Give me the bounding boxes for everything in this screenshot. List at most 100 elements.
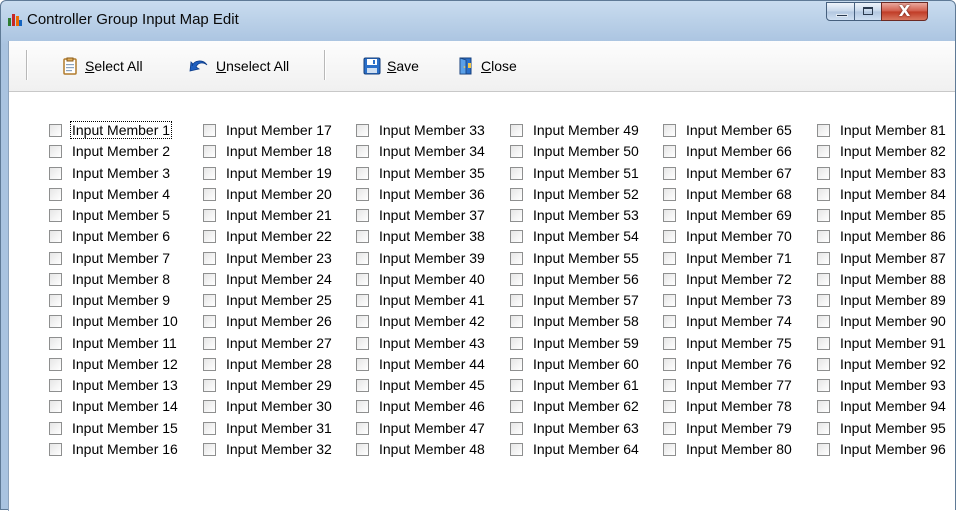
member-checkbox-row[interactable]: Input Member 47: [356, 418, 486, 438]
member-checkbox-label[interactable]: Input Member 2: [71, 143, 171, 159]
member-checkbox-label[interactable]: Input Member 91: [839, 335, 947, 351]
member-checkbox-label[interactable]: Input Member 78: [685, 398, 793, 414]
member-checkbox[interactable]: [49, 293, 62, 307]
member-checkbox-row[interactable]: Input Member 77: [663, 375, 793, 395]
member-checkbox[interactable]: [663, 229, 676, 243]
member-checkbox[interactable]: [817, 187, 830, 201]
member-checkbox[interactable]: [817, 229, 830, 243]
member-checkbox-label[interactable]: Input Member 49: [532, 122, 640, 138]
member-checkbox-label[interactable]: Input Member 87: [839, 250, 947, 266]
member-checkbox-row[interactable]: Input Member 7: [49, 248, 171, 268]
member-checkbox[interactable]: [203, 208, 216, 222]
member-checkbox[interactable]: [203, 293, 216, 307]
title-bar[interactable]: Controller Group Input Map Edit X: [1, 1, 955, 41]
member-checkbox-row[interactable]: Input Member 78: [663, 396, 793, 416]
save-button[interactable]: Save: [363, 56, 419, 76]
member-checkbox-row[interactable]: Input Member 34: [356, 141, 486, 161]
member-checkbox-label[interactable]: Input Member 85: [839, 207, 947, 223]
member-checkbox[interactable]: [510, 123, 523, 137]
member-checkbox-row[interactable]: Input Member 60: [510, 354, 640, 374]
member-checkbox-label[interactable]: Input Member 36: [378, 186, 486, 202]
member-checkbox-row[interactable]: Input Member 55: [510, 248, 640, 268]
member-checkbox-row[interactable]: Input Member 29: [203, 375, 333, 395]
member-checkbox[interactable]: [510, 293, 523, 307]
member-checkbox[interactable]: [510, 336, 523, 350]
member-checkbox-label[interactable]: Input Member 1: [69, 121, 173, 139]
member-checkbox-label[interactable]: Input Member 32: [225, 441, 333, 457]
member-checkbox[interactable]: [356, 336, 369, 350]
member-checkbox-label[interactable]: Input Member 84: [839, 186, 947, 202]
member-checkbox-row[interactable]: Input Member 18: [203, 141, 333, 161]
member-checkbox-label[interactable]: Input Member 13: [71, 377, 179, 393]
member-checkbox-row[interactable]: Input Member 19: [203, 163, 333, 183]
member-checkbox[interactable]: [356, 187, 369, 201]
member-checkbox-row[interactable]: Input Member 38: [356, 226, 486, 246]
member-checkbox-row[interactable]: Input Member 11: [49, 333, 178, 353]
member-checkbox-row[interactable]: Input Member 85: [817, 205, 947, 225]
member-checkbox[interactable]: [49, 251, 62, 265]
member-checkbox[interactable]: [356, 208, 369, 222]
member-checkbox-label[interactable]: Input Member 9: [71, 292, 171, 308]
member-checkbox[interactable]: [510, 229, 523, 243]
member-checkbox-row[interactable]: Input Member 57: [510, 290, 640, 310]
member-checkbox-row[interactable]: Input Member 68: [663, 184, 793, 204]
member-checkbox-label[interactable]: Input Member 58: [532, 313, 640, 329]
member-checkbox-label[interactable]: Input Member 67: [685, 165, 793, 181]
member-checkbox-row[interactable]: Input Member 33: [356, 120, 486, 140]
member-checkbox-label[interactable]: Input Member 72: [685, 271, 793, 287]
member-checkbox-label[interactable]: Input Member 77: [685, 377, 793, 393]
member-checkbox-row[interactable]: Input Member 45: [356, 375, 486, 395]
member-checkbox-label[interactable]: Input Member 29: [225, 377, 333, 393]
member-checkbox[interactable]: [510, 166, 523, 180]
member-checkbox-row[interactable]: Input Member 46: [356, 396, 486, 416]
member-checkbox-label[interactable]: Input Member 66: [685, 143, 793, 159]
member-checkbox-label[interactable]: Input Member 86: [839, 228, 947, 244]
member-checkbox-row[interactable]: Input Member 91: [817, 333, 947, 353]
member-checkbox[interactable]: [510, 399, 523, 413]
member-checkbox[interactable]: [356, 144, 369, 158]
member-checkbox[interactable]: [203, 314, 216, 328]
member-checkbox-label[interactable]: Input Member 64: [532, 441, 640, 457]
member-checkbox[interactable]: [203, 187, 216, 201]
member-checkbox-label[interactable]: Input Member 69: [685, 207, 793, 223]
member-checkbox-row[interactable]: Input Member 24: [203, 269, 333, 289]
member-checkbox[interactable]: [356, 229, 369, 243]
member-checkbox-label[interactable]: Input Member 25: [225, 292, 333, 308]
member-checkbox-label[interactable]: Input Member 24: [225, 271, 333, 287]
member-checkbox[interactable]: [817, 378, 830, 392]
member-checkbox[interactable]: [203, 166, 216, 180]
member-checkbox-label[interactable]: Input Member 42: [378, 313, 486, 329]
member-checkbox[interactable]: [817, 208, 830, 222]
member-checkbox[interactable]: [663, 357, 676, 371]
member-checkbox-row[interactable]: Input Member 49: [510, 120, 640, 140]
close-window-button[interactable]: X: [881, 2, 928, 21]
member-checkbox-label[interactable]: Input Member 52: [532, 186, 640, 202]
member-checkbox[interactable]: [817, 166, 830, 180]
member-checkbox-row[interactable]: Input Member 56: [510, 269, 640, 289]
member-checkbox-label[interactable]: Input Member 23: [225, 250, 333, 266]
member-checkbox-label[interactable]: Input Member 19: [225, 165, 333, 181]
member-checkbox[interactable]: [817, 314, 830, 328]
member-checkbox-label[interactable]: Input Member 53: [532, 207, 640, 223]
member-checkbox[interactable]: [49, 123, 62, 137]
member-checkbox[interactable]: [203, 272, 216, 286]
member-checkbox-row[interactable]: Input Member 8: [49, 269, 171, 289]
member-checkbox-label[interactable]: Input Member 17: [225, 122, 333, 138]
member-checkbox-label[interactable]: Input Member 93: [839, 377, 947, 393]
member-checkbox-row[interactable]: Input Member 96: [817, 439, 947, 459]
member-checkbox-label[interactable]: Input Member 14: [71, 398, 179, 414]
member-checkbox[interactable]: [49, 399, 62, 413]
member-checkbox-label[interactable]: Input Member 30: [225, 398, 333, 414]
member-checkbox[interactable]: [203, 357, 216, 371]
member-checkbox-row[interactable]: Input Member 35: [356, 163, 486, 183]
member-checkbox-row[interactable]: Input Member 1: [49, 120, 173, 140]
member-checkbox-row[interactable]: Input Member 32: [203, 439, 333, 459]
member-checkbox-row[interactable]: Input Member 3: [49, 163, 171, 183]
member-checkbox-row[interactable]: Input Member 61: [510, 375, 640, 395]
member-checkbox[interactable]: [203, 378, 216, 392]
member-checkbox-label[interactable]: Input Member 51: [532, 165, 640, 181]
member-checkbox[interactable]: [663, 166, 676, 180]
member-checkbox-row[interactable]: Input Member 54: [510, 226, 640, 246]
member-checkbox[interactable]: [663, 251, 676, 265]
member-checkbox[interactable]: [49, 336, 62, 350]
